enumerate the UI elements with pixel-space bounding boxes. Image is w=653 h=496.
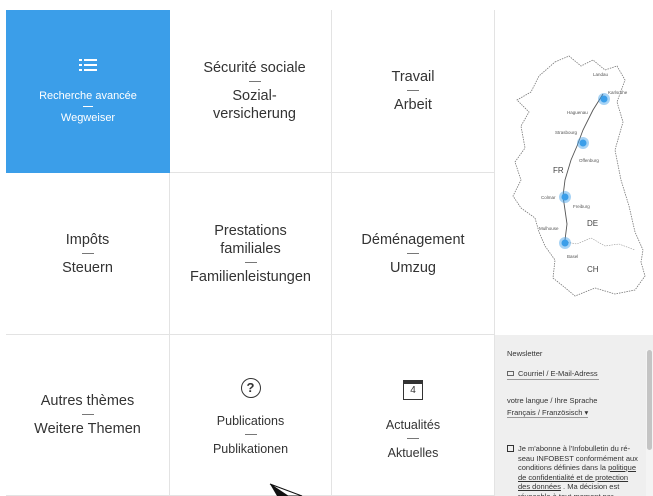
tile-label-de: Familienleistungen xyxy=(190,268,311,285)
city-label: Basel xyxy=(567,254,578,259)
city-label: Landau xyxy=(593,72,609,77)
tile-label-de: Sozial- versicherung xyxy=(212,88,296,122)
tile-label-de: Weitere Themen xyxy=(34,421,141,437)
list-icon xyxy=(79,58,97,75)
language-value: Français / Französisch xyxy=(507,408,583,417)
divider xyxy=(244,261,257,263)
email-field[interactable]: Courriel / E-Mail-Adress xyxy=(507,369,599,380)
city-label: Haguenau xyxy=(567,110,588,115)
tile-moving[interactable]: Déménagement Umzug xyxy=(332,173,495,335)
city-label: Karlsruhe xyxy=(608,90,628,95)
divider xyxy=(244,434,257,435)
tile-label-fr: Recherche avancée xyxy=(39,89,137,102)
consent-row: Je m'abonne à l'Infobulletin du ré-seau … xyxy=(507,444,641,496)
tile-social-security[interactable]: Sécurité sociale Sozial- versicherung xyxy=(170,10,332,173)
city-label: Strasbourg xyxy=(555,130,578,135)
city-label: Mulhouse xyxy=(539,226,559,231)
tile-other-topics[interactable]: Autres thèmes Weitere Themen xyxy=(6,335,170,496)
language-label: votre langue / Ihre Sprache xyxy=(507,396,598,405)
tile-family-benefits[interactable]: Prestations familiales Familienleistunge… xyxy=(170,173,332,335)
newsletter-title: Newsletter xyxy=(507,349,543,358)
language-select[interactable]: Français / Französisch ▾ xyxy=(507,408,589,418)
divider xyxy=(248,81,261,82)
tile-label-fr: Travail xyxy=(391,69,435,85)
tile-publications[interactable]: ? Publications Publikationen xyxy=(170,335,332,496)
region-label: DE xyxy=(587,219,598,228)
scrollbar-thumb[interactable] xyxy=(647,350,652,450)
calendar-icon: 4 xyxy=(403,380,423,400)
tile-advanced-search[interactable]: Recherche avancée Wegweiser xyxy=(6,10,170,173)
tile-taxes[interactable]: Impôts Steuern xyxy=(6,173,170,335)
tile-label-de: Steuern xyxy=(62,259,113,276)
tile-label-fr: Prestations familiales xyxy=(214,222,287,257)
divider xyxy=(81,252,94,254)
divider xyxy=(407,252,419,254)
divider xyxy=(83,105,93,107)
divider xyxy=(407,438,419,439)
city-label: Offenburg xyxy=(579,158,599,163)
tile-label-de: Umzug xyxy=(390,259,436,276)
divider xyxy=(407,90,419,91)
question-icon: ? xyxy=(240,378,261,398)
consent-text: Je m'abonne à l'Infobulletin du ré-seau … xyxy=(518,444,638,496)
region-label: CH xyxy=(587,265,599,274)
tile-news[interactable]: 4 Actualités Aktuelles xyxy=(332,335,495,496)
scrollbar[interactable] xyxy=(646,350,653,496)
topic-grid: Recherche avancée Wegweiser Sécurité soc… xyxy=(0,10,495,496)
divider xyxy=(81,414,94,415)
mouse-cursor-icon xyxy=(269,483,303,496)
mail-icon xyxy=(507,371,514,376)
tile-label-fr: Publications xyxy=(216,414,285,428)
consent-checkbox[interactable] xyxy=(507,445,514,452)
tile-label-de: Aktuelles xyxy=(387,446,439,460)
tile-label-de: Publikationen xyxy=(212,442,289,456)
map-svg: Landau Karlsruhe Haguenau Strasbourg Off… xyxy=(512,55,646,297)
region-label: FR xyxy=(553,166,564,175)
chevron-down-icon: ▾ xyxy=(584,408,589,417)
tile-label-fr: Autres thèmes xyxy=(40,393,135,409)
tile-label-fr: Sécurité sociale xyxy=(203,60,306,76)
city-label: Freiburg xyxy=(573,204,590,209)
tile-label-de: Arbeit xyxy=(394,97,432,113)
email-placeholder: Courriel / E-Mail-Adress xyxy=(518,369,598,378)
tile-label-fr: Actualités xyxy=(385,418,441,432)
upper-rhine-map[interactable]: Landau Karlsruhe Haguenau Strasbourg Off… xyxy=(495,10,653,335)
city-label: Colmar xyxy=(541,195,556,200)
tile-label-fr: Impôts xyxy=(65,231,110,248)
tile-label-de: Wegweiser xyxy=(60,111,116,124)
newsletter-panel: Newsletter Courriel / E-Mail-Adress votr… xyxy=(495,335,653,496)
tile-work[interactable]: Travail Arbeit xyxy=(332,10,495,173)
tile-label-fr: Déménagement xyxy=(361,231,465,248)
